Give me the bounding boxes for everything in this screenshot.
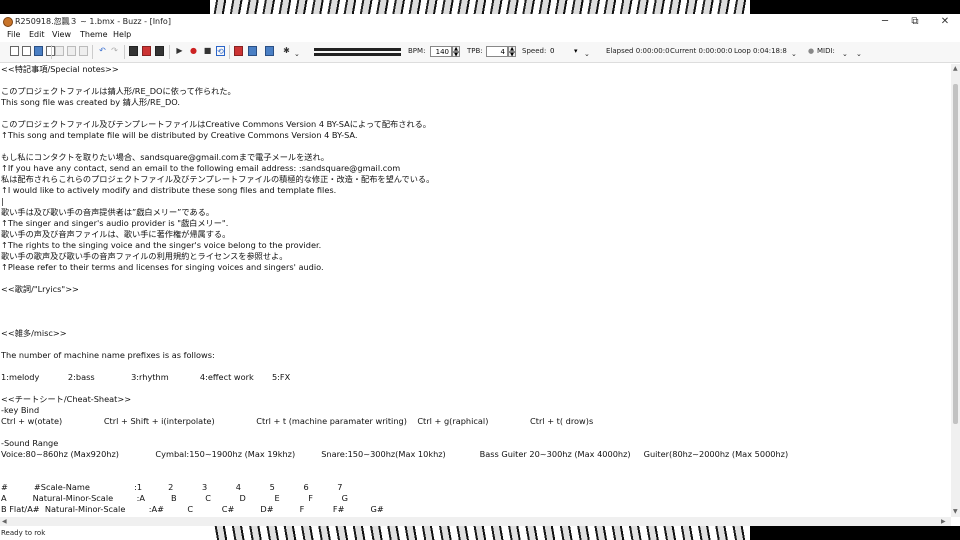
info-line: ↑Please refer to their terms and license… <box>1 262 324 272</box>
toolbar: ↶ ↷ ▶ ● ■ ⟲ ✱ ⌄ BPM: 140 ▲ ▼ TPB: 4 ▲ ▼ … <box>0 42 960 63</box>
menu-edit[interactable]: Edit <box>29 30 45 40</box>
vertical-scroll-thumb[interactable] <box>953 84 958 424</box>
elapsed-time: Elapsed 0:00:00:0 <box>606 47 670 55</box>
menu-view[interactable]: View <box>52 30 71 40</box>
info-line: もし私にコンタクトを取りたい場合、sandsquare@gmail.comまで電… <box>1 152 329 162</box>
info-line: 歌い手の声及び音声ファイルは、歌い手に著作権が帰属する。 <box>1 229 231 239</box>
info-line: <<チートシート/Cheat-Sheat>> <box>1 394 132 404</box>
settings-icon[interactable]: ✱ <box>282 46 291 56</box>
info-line: このプロジェクトファイル及びテンプレートファイルはCreative Common… <box>1 119 431 129</box>
info-line: Ctrl + w(otate) Ctrl + Shift + i(interpo… <box>1 416 594 426</box>
tpb-spin-down[interactable]: ▼ <box>508 52 516 58</box>
info-line: -Sound Range <box>1 438 59 448</box>
info-line: 歌い手は及び歌い手の音声提供者は”戯白メリー”である。 <box>1 207 215 217</box>
info-line: 私は配布されらこれらのプロジェクトファイル及びテンプレートファイルの積極的な修正… <box>1 174 435 184</box>
stop-icon[interactable]: ■ <box>203 46 212 56</box>
info-line: # #Scale-Name :1 2 3 4 5 6 7 <box>1 482 343 492</box>
info-line: 歌い手の歌声及び歌い手の音声ファイルの利用規約とライセンスを参照せよ。 <box>1 251 288 261</box>
bpm-label: BPM: <box>408 47 426 55</box>
redo-icon[interactable]: ↷ <box>110 46 119 56</box>
status-bar: Ready to rok <box>0 526 210 540</box>
info-line: | <box>1 196 4 206</box>
volume-meter[interactable] <box>314 53 401 56</box>
scroll-right-icon[interactable]: ▶ <box>941 518 946 526</box>
scroll-left-icon[interactable]: ◀ <box>2 518 7 526</box>
menu-theme[interactable]: Theme <box>80 30 108 40</box>
speed-label: Speed: <box>522 47 547 55</box>
machine-view-icon[interactable] <box>129 46 138 56</box>
close-button[interactable]: ✕ <box>930 14 960 30</box>
loop-time: Loop 0:04:18:8 <box>734 47 787 55</box>
scroll-up-icon[interactable]: ▲ <box>953 65 958 73</box>
info-line: <<雑多/misc>> <box>1 328 67 338</box>
background-image-top <box>210 0 750 14</box>
info-line: ↑I would like to actively modify and dis… <box>1 185 337 195</box>
vertical-scrollbar[interactable]: ▲ ▼ <box>951 64 960 517</box>
sequence-view-icon[interactable] <box>155 46 164 56</box>
toolbar-chevron-5[interactable]: ⌄ <box>856 50 862 59</box>
info-line: <<歌詞/"Lryics">> <box>1 284 79 294</box>
pattern-view-icon[interactable] <box>142 46 151 56</box>
tpb-label: TPB: <box>467 47 483 55</box>
save-icon[interactable] <box>34 46 43 56</box>
undo-icon[interactable]: ↶ <box>98 46 107 56</box>
minimize-button[interactable]: ─ <box>870 14 900 30</box>
title-bar[interactable]: R250918.忽飄３ ~ 1.bmx - Buzz - [Info] ─ ⧉ … <box>0 14 960 30</box>
info-line: ↑If you have any contact, send an email … <box>1 163 401 173</box>
menu-file[interactable]: File <box>7 30 20 40</box>
loop-icon[interactable]: ⟲ <box>216 46 225 56</box>
current-time: Current 0:00:00:0 <box>670 47 733 55</box>
info-line: Voice:80~860hz (Max920hz) Cymbal:150~190… <box>1 449 789 459</box>
analyzer-icon[interactable] <box>265 46 274 56</box>
record-icon[interactable]: ● <box>189 46 198 56</box>
window-title: R250918.忽飄３ ~ 1.bmx - Buzz - [Info] <box>15 17 171 26</box>
toolbar-chevron-3[interactable]: ⌄ <box>791 50 797 59</box>
info-line: このプロジェクトファイルは錆人形/RE_DOに依って作られた。 <box>1 86 236 96</box>
background-image-bottom <box>210 526 750 540</box>
toolbar-chevron-2[interactable]: ⌄ <box>584 50 590 59</box>
tpb-input[interactable]: 4 <box>486 46 508 57</box>
info-line: B Flat/A# Natural-Minor-Scale :A# C C# D… <box>1 504 384 514</box>
copy-icon[interactable] <box>67 46 76 56</box>
info-text-area[interactable]: <<特記事項/Special notes>> このプロジェクトファイルは錆人形/R… <box>0 64 951 517</box>
play-icon[interactable]: ▶ <box>175 46 184 56</box>
menu-help[interactable]: Help <box>113 30 131 40</box>
speed-select[interactable]: 0 ▾ <box>550 46 584 57</box>
cpu-meter <box>314 48 401 51</box>
maximize-button[interactable]: ⧉ <box>900 14 930 30</box>
info-line: ↑This song and template file will be dis… <box>1 130 358 140</box>
wavetable-icon[interactable] <box>248 46 257 56</box>
paste-icon[interactable] <box>79 46 88 56</box>
speed-value: 0 <box>550 47 555 55</box>
buzz-window: R250918.忽飄３ ~ 1.bmx - Buzz - [Info] ─ ⧉ … <box>0 14 960 526</box>
toolbar-chevron-4[interactable]: ⌄ <box>842 50 848 59</box>
info-line: ↑The singer and singer's audio provider … <box>1 218 229 228</box>
bpm-input[interactable]: 140 <box>430 46 452 57</box>
info-line: 1:melody 2:bass 3:rhythm 4:effect work 5… <box>1 372 291 382</box>
mixer-icon[interactable] <box>234 46 243 56</box>
info-line: The number of machine name prefixes is a… <box>1 350 215 360</box>
info-line: This song file was created by 錆人形/RE_DO. <box>1 97 180 107</box>
info-line: A Natural-Minor-Scale :A B C D E F G <box>1 493 348 503</box>
info-line: -key Bind <box>1 405 40 415</box>
scroll-down-icon[interactable]: ▼ <box>953 508 958 516</box>
cut-icon[interactable] <box>55 46 64 56</box>
horizontal-scrollbar[interactable]: ◀ ▶ <box>0 517 951 526</box>
open-file-icon[interactable] <box>22 46 31 56</box>
buzz-app-icon <box>3 17 13 27</box>
midi-label: MIDI: <box>817 47 835 55</box>
status-text: Ready to rok <box>1 529 46 537</box>
info-line: ↑The rights to the singing voice and the… <box>1 240 322 250</box>
bpm-spin-down[interactable]: ▼ <box>452 52 460 58</box>
menu-bar: File Edit View Theme Help <box>0 30 960 42</box>
toolbar-chevron-1[interactable]: ⌄ <box>294 50 300 59</box>
speed-dropdown-caret: ▾ <box>574 47 578 55</box>
info-line: <<特記事項/Special notes>> <box>1 64 119 74</box>
midi-indicator-icon: ● <box>808 47 815 55</box>
new-file-icon[interactable] <box>10 46 19 56</box>
